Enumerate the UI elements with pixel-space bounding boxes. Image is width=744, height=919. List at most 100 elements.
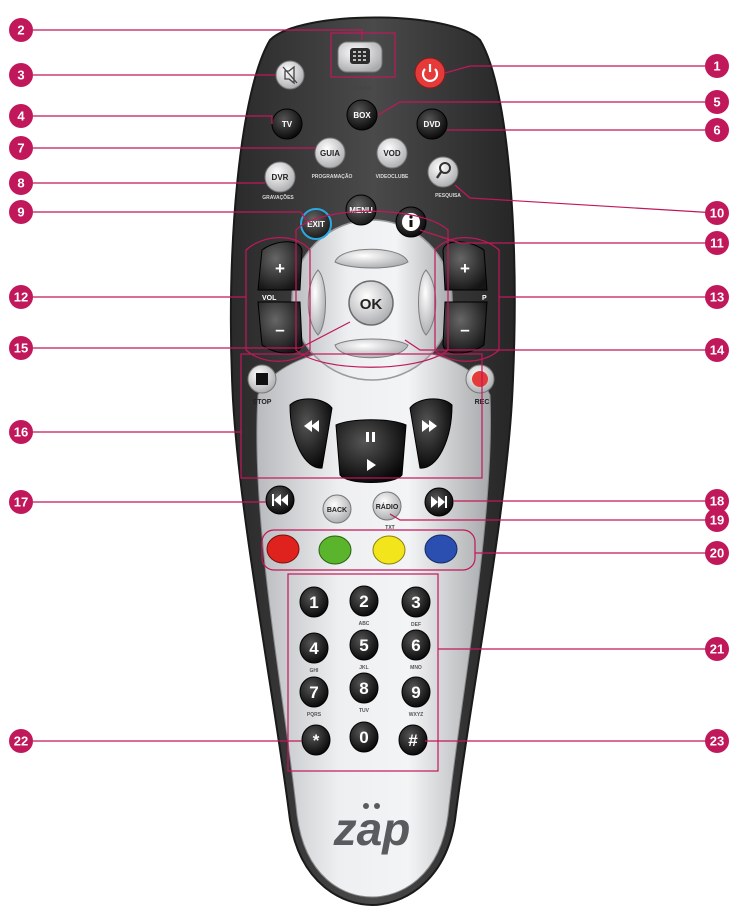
tv-label: TV — [282, 120, 293, 129]
brand-logo: zap — [333, 803, 411, 855]
yellow-key[interactable] — [372, 535, 406, 565]
stop-label: STOP — [253, 399, 272, 406]
callout-number: 21 — [710, 642, 724, 657]
vod-label: VOD — [383, 149, 401, 158]
callout-number: 14 — [710, 343, 725, 358]
key-0[interactable]: 0 — [349, 721, 379, 753]
key-digit: 0 — [359, 728, 368, 747]
key-digit: 8 — [359, 679, 368, 698]
callout-20: 20 — [705, 541, 729, 565]
skip-forward-button[interactable] — [424, 487, 454, 517]
vol-label: VOL — [262, 295, 277, 302]
callout-2: 2 — [9, 18, 33, 42]
callout-14: 14 — [705, 338, 729, 362]
channel-up-icon: + — [460, 259, 470, 278]
key-digit: 2 — [359, 592, 368, 611]
guia-label: GUIA — [320, 149, 340, 158]
callout-22: 22 — [9, 729, 33, 753]
vod-button[interactable]: VOD VIDEOCLUBE — [376, 137, 409, 180]
volume-down-icon: – — [275, 320, 284, 339]
key-digit: 7 — [309, 683, 318, 702]
mute-button[interactable] — [275, 60, 305, 90]
callout-16: 16 — [9, 420, 33, 444]
volume-up-icon: + — [275, 259, 285, 278]
callout-10: 10 — [705, 201, 729, 225]
radio-label: RÁDIO — [376, 502, 399, 511]
callout-19: 19 — [705, 508, 729, 532]
key-hash[interactable]: # — [398, 724, 428, 756]
callout-number: 4 — [17, 109, 25, 124]
info-button[interactable] — [395, 206, 427, 238]
remote-diagram: MOSAICO TV BOX DVD GUIA PROGRAMAÇÃO VOD … — [0, 0, 744, 914]
callout-21: 21 — [705, 637, 729, 661]
menu-label: MENU — [349, 206, 373, 215]
callout-number: 2 — [17, 23, 24, 38]
skip-back-button[interactable] — [265, 485, 295, 515]
key-letters: WXYZ — [409, 712, 423, 718]
key-1[interactable]: 1 — [299, 586, 329, 618]
tv-button[interactable]: TV — [271, 108, 303, 140]
blue-key[interactable] — [424, 534, 458, 564]
key-letters: ABC — [359, 621, 370, 627]
callout-12: 12 — [9, 285, 33, 309]
callout-number: 7 — [17, 141, 24, 156]
callout-number: 11 — [710, 236, 724, 251]
callout-number: 23 — [710, 734, 724, 749]
callout-9: 9 — [9, 200, 33, 224]
key-letters: PQRS — [307, 712, 322, 718]
callout-number: 16 — [14, 425, 28, 440]
callout-number: 13 — [710, 290, 724, 305]
key-digit: 3 — [411, 593, 420, 612]
green-key[interactable] — [318, 535, 352, 565]
red-key[interactable] — [266, 534, 300, 564]
callout-23: 23 — [705, 729, 729, 753]
callout-number: 22 — [14, 734, 28, 749]
callout-13: 13 — [705, 285, 729, 309]
ok-label: OK — [360, 296, 383, 313]
mosaico-label: MOSAICO — [348, 86, 372, 92]
back-button[interactable]: BACK — [322, 494, 352, 524]
p-label: P — [482, 295, 487, 302]
key-digit: 5 — [359, 636, 368, 655]
record-icon — [472, 371, 488, 387]
power-button[interactable] — [414, 57, 446, 89]
key-digit: * — [313, 731, 320, 750]
menu-button[interactable]: MENU — [345, 194, 377, 226]
play-pause-button[interactable] — [335, 419, 407, 483]
key-digit: 4 — [309, 639, 319, 658]
callout-7: 7 — [9, 136, 33, 160]
box-label: BOX — [353, 111, 371, 120]
callout-number: 1 — [713, 59, 720, 74]
callout-1: 1 — [705, 54, 729, 78]
callout-8: 8 — [9, 171, 33, 195]
callout-number: 5 — [713, 95, 720, 110]
callout-3: 3 — [9, 63, 33, 87]
ok-button[interactable]: OK — [348, 280, 394, 326]
callout-number: 18 — [710, 494, 724, 509]
callout-4: 4 — [9, 104, 33, 128]
callout-number: 6 — [713, 123, 720, 138]
key-letters: GHI — [310, 668, 320, 674]
guia-sub-label: PROGRAMAÇÃO — [312, 173, 353, 180]
dvr-label: DVR — [272, 173, 289, 182]
key-digit: 6 — [411, 636, 420, 655]
callout-number: 17 — [14, 495, 28, 510]
key-letters: MNO — [410, 665, 422, 671]
dvd-label: DVD — [424, 120, 441, 129]
callout-17: 17 — [9, 490, 33, 514]
callout-number: 20 — [710, 546, 724, 561]
key-digit: 1 — [309, 593, 318, 612]
stop-icon — [256, 373, 268, 385]
key-digit: # — [408, 731, 418, 750]
exit-button[interactable]: EXIT — [300, 208, 332, 240]
key-star[interactable]: * — [301, 724, 331, 756]
box-button[interactable]: BOX — [346, 99, 378, 131]
callout-number: 8 — [17, 176, 24, 191]
callout-6: 6 — [705, 118, 729, 142]
callout-number: 15 — [14, 341, 28, 356]
key-letters: DEF — [411, 622, 421, 628]
callout-number: 3 — [17, 68, 24, 83]
dvd-button[interactable]: DVD — [416, 108, 448, 140]
channel-down-icon: – — [460, 320, 469, 339]
key-letters: TUV — [359, 708, 370, 714]
